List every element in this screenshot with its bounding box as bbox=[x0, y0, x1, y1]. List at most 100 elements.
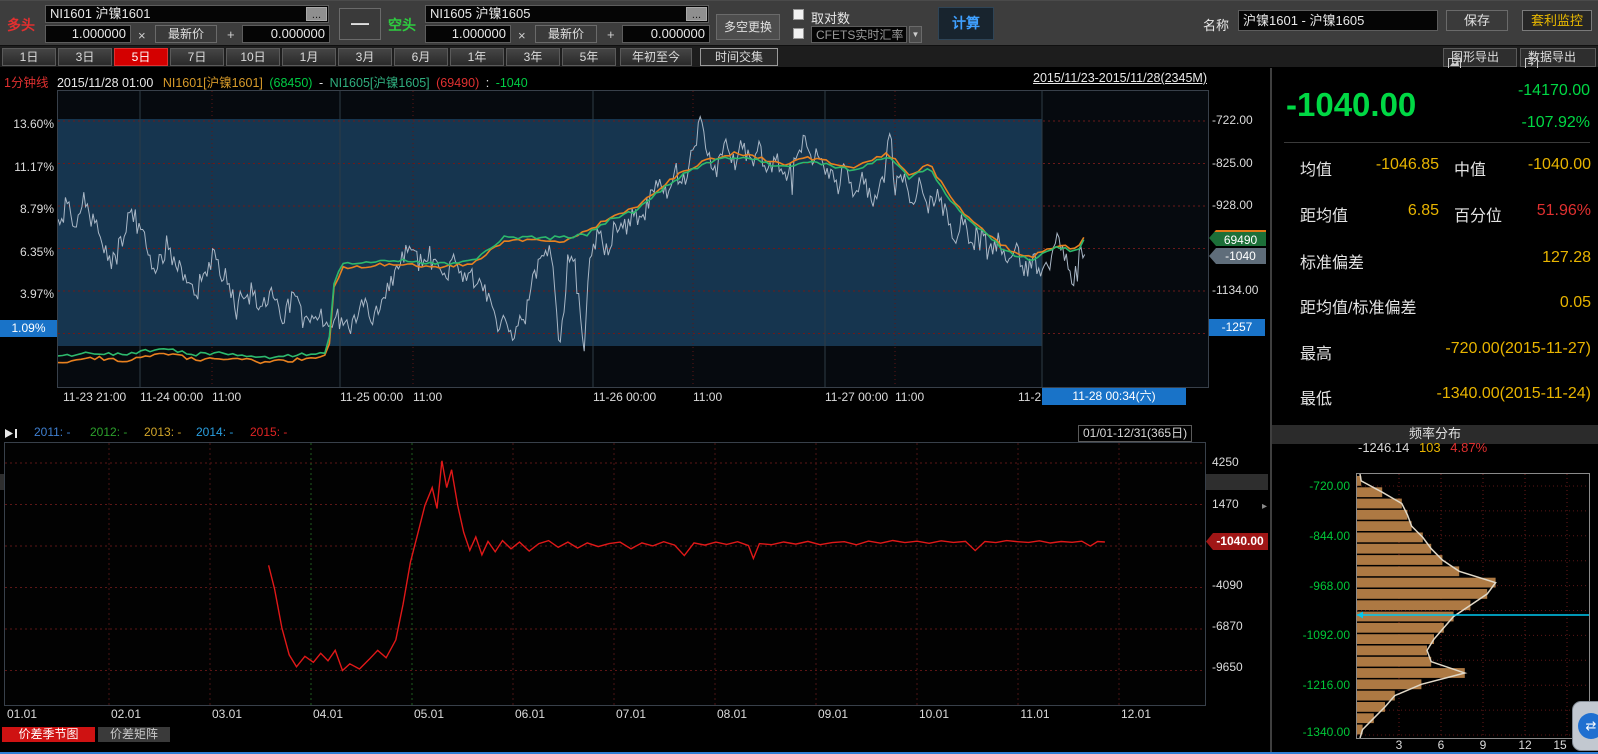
leg1-price-value: (68450) bbox=[269, 76, 312, 90]
seasonal-range-label: 01/01-12/31(365日) bbox=[1078, 425, 1192, 442]
stat-label: 最高 bbox=[1300, 340, 1332, 364]
frequency-hover-info: -1246.14 103 4.87% bbox=[1358, 440, 1487, 455]
divider bbox=[1284, 142, 1590, 143]
histogram-y-label: -968.00 bbox=[1270, 579, 1350, 593]
histogram-x-label: 12 bbox=[1514, 738, 1536, 752]
leg-price-badge: 69490 bbox=[1209, 230, 1266, 246]
left-axis-label: 11.17% bbox=[0, 160, 54, 174]
hover-bin-percent: 4.87% bbox=[1450, 440, 1487, 455]
left-axis-label: 8.79% bbox=[0, 202, 54, 216]
period-tab-3年[interactable]: 3年 bbox=[506, 48, 560, 66]
stat-label: 百分位 bbox=[1454, 202, 1502, 226]
period-tab-5年[interactable]: 5年 bbox=[562, 48, 616, 66]
leg1-price-type-button[interactable]: 最新价 bbox=[155, 25, 217, 43]
period-tab-1年[interactable]: 1年 bbox=[450, 48, 504, 66]
legend-year-2012: 2012: - bbox=[90, 425, 127, 439]
seasonal-x-label: 03.01 bbox=[210, 707, 244, 721]
seasonal-x-label: 12.01 bbox=[1119, 707, 1153, 721]
period-tab-1月[interactable]: 1月 bbox=[282, 48, 336, 66]
remote-overlay-icon[interactable]: ⇄ bbox=[1572, 701, 1598, 751]
calculate-button[interactable]: 计算 bbox=[938, 7, 994, 40]
left-axis-label: 6.35% bbox=[0, 245, 54, 259]
x-axis-label: 11:00 bbox=[895, 390, 924, 404]
leg2-offset-input[interactable]: 0.000000 bbox=[622, 25, 710, 43]
x-axis-label: 11-2 bbox=[1018, 390, 1041, 404]
histogram-x-label: 9 bbox=[1472, 738, 1494, 752]
seasonal-x-label: 11.01 bbox=[1018, 707, 1052, 721]
leg2-multiplier-input[interactable]: 1.000000 bbox=[425, 25, 511, 43]
period-tab-6月[interactable]: 6月 bbox=[394, 48, 448, 66]
period-tab-年初至今[interactable]: 年初至今 bbox=[620, 48, 692, 66]
stat-value: -720.00(2015-11-27) bbox=[1372, 340, 1591, 358]
seasonal-x-label: 07.01 bbox=[614, 707, 648, 721]
bottom-tab-价差矩阵[interactable]: 价差矩阵 bbox=[98, 727, 170, 742]
leg1-multiplier-input[interactable]: 1.000000 bbox=[45, 25, 131, 43]
right-axis-label: -928.00 bbox=[1212, 198, 1268, 212]
leg2-price-type-button[interactable]: 最新价 bbox=[535, 25, 597, 43]
period-tab-3日[interactable]: 3日 bbox=[58, 48, 112, 66]
leg2-more-button[interactable]: ... bbox=[686, 7, 707, 21]
stat-value: 51.96% bbox=[1502, 202, 1591, 220]
x-axis-label: 11:00 bbox=[413, 390, 442, 404]
leg1-offset-input[interactable]: 0.000000 bbox=[242, 25, 330, 43]
fx-dropdown-arrow-icon[interactable]: ▼ bbox=[909, 26, 922, 43]
seasonal-x-label: 02.01 bbox=[109, 707, 143, 721]
x-axis-label: 11:00 bbox=[212, 390, 241, 404]
short-side-label: 空头 bbox=[388, 15, 416, 35]
period-tab-1日[interactable]: 1日 bbox=[2, 48, 56, 66]
spread-value-badge: -1040 bbox=[1209, 248, 1266, 264]
time-intersect-button[interactable]: 时间交集 bbox=[700, 48, 778, 66]
fx-rate-dropdown[interactable]: CFETS实时汇率 bbox=[811, 26, 907, 43]
arbitrage-monitor-button[interactable]: 套利监控 bbox=[1522, 10, 1592, 31]
leg1-more-button[interactable]: ... bbox=[306, 7, 327, 21]
spread-chart-plot[interactable] bbox=[58, 91, 1208, 387]
legend-year-2013: 2013: - bbox=[144, 425, 181, 439]
bottom-tab-bar: 价差季节图价差矩阵 bbox=[0, 727, 1268, 742]
leg1-symbol-input[interactable]: NI1601 沪镍1601 bbox=[45, 5, 329, 23]
x-axis-label: 11-24 00:00 bbox=[140, 390, 203, 404]
seasonal-axis-label: 4250 bbox=[1212, 455, 1266, 469]
spread-name-input[interactable]: 沪镍1601 - 沪镍1605 bbox=[1238, 10, 1438, 31]
export-data-button[interactable]: 数据导出 bbox=[1520, 48, 1596, 67]
seasonal-x-label: 01.01 bbox=[5, 707, 39, 721]
seasonal-x-label: 08.01 bbox=[715, 707, 749, 721]
histogram-y-label: -1092.00 bbox=[1270, 628, 1350, 642]
stat-value: -1340.00(2015-11-24) bbox=[1372, 385, 1591, 403]
histogram-y-label: -1216.00 bbox=[1270, 678, 1350, 692]
date-range-link[interactable]: 2015/11/23-2015/11/28(2345M) bbox=[1007, 71, 1207, 85]
stat-value: -1040.00 bbox=[1502, 156, 1591, 174]
period-tab-5日[interactable]: 5日 bbox=[114, 48, 168, 66]
log-checkbox[interactable] bbox=[793, 9, 804, 20]
spread-operator-button[interactable]: — bbox=[339, 8, 381, 40]
left-axis-label: 13.60% bbox=[0, 117, 54, 131]
left-axis-highlight: 1.09% bbox=[0, 320, 57, 337]
stat-label: 距均值 bbox=[1300, 202, 1348, 226]
seasonal-chart-plot[interactable] bbox=[5, 443, 1205, 705]
seasonal-legend-row: 2011: -2012: -2013: -2014: -2015: - 01/0… bbox=[0, 425, 1268, 442]
panel-splitter-handle[interactable]: ▸ bbox=[1262, 496, 1270, 518]
save-button[interactable]: 保存 bbox=[1446, 10, 1508, 31]
fx-checkbox[interactable] bbox=[793, 28, 804, 39]
histogram-y-label: -844.00 bbox=[1270, 529, 1350, 543]
seasonal-current-badge: -1040.00 bbox=[1206, 533, 1268, 550]
bottom-tab-价差季节图[interactable]: 价差季节图 bbox=[2, 727, 95, 742]
histogram-x-label: 3 bbox=[1388, 738, 1410, 752]
x-axis-label: 11-27 00:00 bbox=[825, 390, 888, 404]
swap-long-short-button[interactable]: 多空更换 bbox=[716, 14, 780, 40]
period-tab-7日[interactable]: 7日 bbox=[170, 48, 224, 66]
histogram-y-label: -1340.00 bbox=[1270, 725, 1350, 739]
right-axis-label: -722.00 bbox=[1212, 113, 1268, 127]
leg2-symbol-input[interactable]: NI1605 沪镍1605 bbox=[425, 5, 709, 23]
histogram-y-label: -720.00 bbox=[1270, 479, 1350, 493]
stat-label: 均值 bbox=[1300, 156, 1332, 180]
leg2-price-value: (69490) bbox=[436, 76, 479, 90]
right-axis-label: -825.00 bbox=[1212, 156, 1268, 170]
period-tab-3月[interactable]: 3月 bbox=[338, 48, 392, 66]
period-tab-10日[interactable]: 10日 bbox=[226, 48, 280, 66]
frequency-histogram-plot[interactable] bbox=[1357, 474, 1589, 738]
export-chart-button[interactable]: 图形导出 bbox=[1443, 48, 1517, 67]
chart-area: 1分钟线 2015/11/28 01:00 NI1601[沪镍1601] (68… bbox=[0, 68, 1270, 754]
seasonal-x-label: 05.01 bbox=[412, 707, 446, 721]
main-chart-header: 1分钟线 2015/11/28 01:00 NI1601[沪镍1601] (68… bbox=[4, 72, 528, 91]
seasonal-axis-label: -9650 bbox=[1212, 660, 1266, 674]
